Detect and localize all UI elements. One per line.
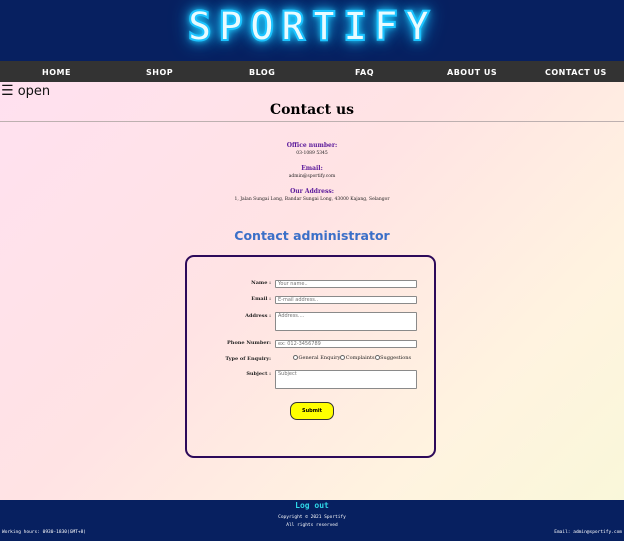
radio-general-enquiry[interactable] (293, 355, 298, 360)
phone-label: Phone Number: (227, 340, 271, 346)
logout-link[interactable]: Log out (0, 501, 624, 511)
form-heading: Contact administrator (234, 228, 390, 243)
copyright-text: Copyright © 2021 Sportify (278, 515, 346, 520)
address-field[interactable] (275, 312, 417, 331)
working-hours: Working hours: 0930-1830(GMT+8) (2, 530, 86, 535)
email-field[interactable] (275, 296, 417, 304)
enquiry-type-group: General Enquiry Complaints Suggestions (293, 355, 411, 362)
email-field-label: Email : (251, 296, 271, 302)
site-footer: Log out Copyright © 2021 Sportify All ri… (0, 500, 624, 541)
radio-general-enquiry-label[interactable]: General Enquiry (299, 355, 341, 361)
name-input[interactable] (275, 280, 417, 288)
nav-item-blog[interactable]: BLOG (249, 67, 275, 79)
email-block: Email: admin@sportify.com (0, 165, 624, 180)
footer-email: Email: admin@sportify.com (554, 530, 622, 535)
submit-button[interactable]: Submit (290, 402, 334, 420)
address-block: Our Address: 1, Jalan Sungai Long, Banda… (0, 188, 624, 203)
nav-item-shop[interactable]: SHOP (146, 67, 173, 79)
address-label: Our Address: (290, 188, 334, 195)
radio-suggestions[interactable] (374, 355, 380, 360)
name-label: Name : (251, 280, 271, 286)
site-header: SPORTIFY (0, 0, 624, 61)
office-number-value: 03-1089 5345 (296, 151, 328, 156)
office-number-block: Office number: 03-1089 5345 (0, 142, 624, 157)
nav-item-faq[interactable]: FAQ (355, 67, 374, 79)
hamburger-icon: ☰ (1, 83, 14, 99)
phone-field[interactable] (275, 340, 417, 348)
radio-complaints[interactable] (340, 355, 346, 360)
sidenav-toggle-label: open (17, 84, 51, 99)
nav-item-home[interactable]: HOME (42, 67, 71, 79)
nav-item-about-us[interactable]: ABOUT US (447, 67, 497, 79)
site-logo[interactable]: SPORTIFY (187, 3, 437, 51)
radio-complaints-label[interactable]: Complaints (346, 355, 375, 361)
main-nav: HOME SHOP BLOG FAQ ABOUT US CONTACT US (0, 61, 624, 82)
sidenav-toggle[interactable]: ☰ open (1, 82, 50, 100)
subject-label: Subject : (246, 371, 271, 377)
enquiry-type-label: Type of Enquiry: (225, 356, 271, 362)
address-field-label: Address : (245, 313, 271, 319)
subject-field[interactable] (275, 370, 417, 389)
email-value: admin@sportify.com (288, 174, 336, 179)
page-title: Contact us (269, 102, 355, 118)
title-divider (0, 121, 624, 122)
address-value: 1, Jalan Sungai Long, Bandar Sungai Long… (234, 197, 390, 202)
office-number-label: Office number: (286, 142, 338, 149)
radio-suggestions-label[interactable]: Suggestions (380, 355, 411, 361)
nav-item-contact-us[interactable]: CONTACT US (545, 67, 607, 79)
rights-text: All rights reserved (286, 523, 338, 528)
email-label: Email: (301, 165, 323, 172)
